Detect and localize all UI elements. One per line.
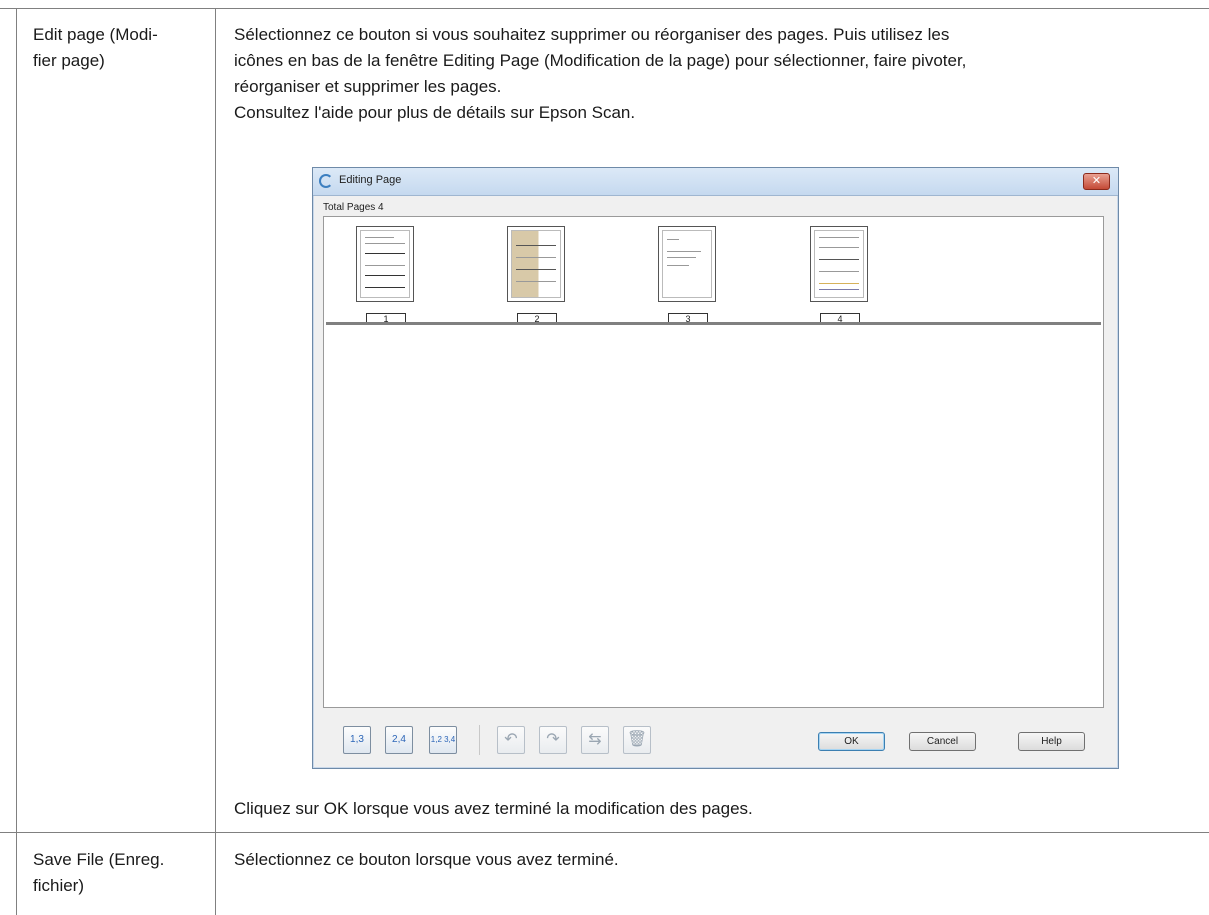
description-line: icônes en bas de la fenêtre Editing Page… [234, 51, 967, 70]
page-preview [511, 230, 561, 298]
table-left-border [16, 8, 17, 915]
dialog-title-bar: Editing Page ✕ [313, 168, 1118, 196]
select-even-pages-icon[interactable]: 2,4 [385, 726, 413, 754]
pane-divider [326, 322, 1101, 325]
label-line: Edit page (Modi- [33, 25, 158, 44]
dialog-title: Editing Page [339, 174, 402, 186]
ok-button[interactable]: OK [818, 732, 885, 751]
row-after-text-edit-page: Cliquez sur OK lorsque vous avez terminé… [234, 799, 753, 818]
page-thumbnail[interactable] [658, 226, 716, 302]
total-pages-label: Total Pages 4 [323, 202, 384, 213]
epson-scan-app-icon [319, 174, 333, 188]
row-description-edit-page: Sélectionnez ce bouton si vous souhaitez… [234, 22, 1194, 126]
label-line: Save File (Enreg. [33, 850, 165, 869]
reorder-icon[interactable]: ⇆ [581, 726, 609, 754]
page-preview [360, 230, 410, 298]
cancel-button[interactable]: Cancel [909, 732, 976, 751]
page-thumbnail[interactable] [356, 226, 414, 302]
editing-page-dialog: Editing Page ✕ Total Pages 4 1 2 3 4 1,3… [312, 167, 1119, 769]
close-icon[interactable]: ✕ [1083, 173, 1110, 190]
toolbar-separator [479, 725, 480, 755]
page-preview [662, 230, 712, 298]
row-label-save-file: Save File (Enreg. fichier) [33, 847, 208, 899]
rotate-left-icon[interactable]: ↶ [497, 726, 525, 754]
help-button[interactable]: Help [1018, 732, 1085, 751]
row-description-save-file: Sélectionnez ce bouton lorsque vous avez… [234, 850, 619, 869]
rotate-right-icon[interactable]: ↷ [539, 726, 567, 754]
page-preview [814, 230, 864, 298]
row-label-edit-page: Edit page (Modi- fier page) [33, 22, 208, 74]
select-all-pages-icon[interactable]: 1,2 3,4 [429, 726, 457, 754]
select-odd-pages-icon[interactable]: 1,3 [343, 726, 371, 754]
page-thumbnail[interactable] [810, 226, 868, 302]
page-thumbnail-pane[interactable]: 1 2 3 4 [323, 216, 1104, 708]
row-divider [0, 832, 1209, 833]
description-line: Consultez l'aide pour plus de détails su… [234, 103, 636, 122]
delete-icon[interactable]: 🗑 [623, 726, 651, 754]
label-line: fichier) [33, 876, 85, 895]
table-top-border [0, 8, 1209, 9]
column-divider [215, 8, 216, 915]
label-line: fier page) [33, 51, 105, 70]
description-line: Sélectionnez ce bouton si vous souhaitez… [234, 25, 950, 44]
description-line: réorganiser et supprimer les pages. [234, 77, 502, 96]
page-thumbnail[interactable] [507, 226, 565, 302]
